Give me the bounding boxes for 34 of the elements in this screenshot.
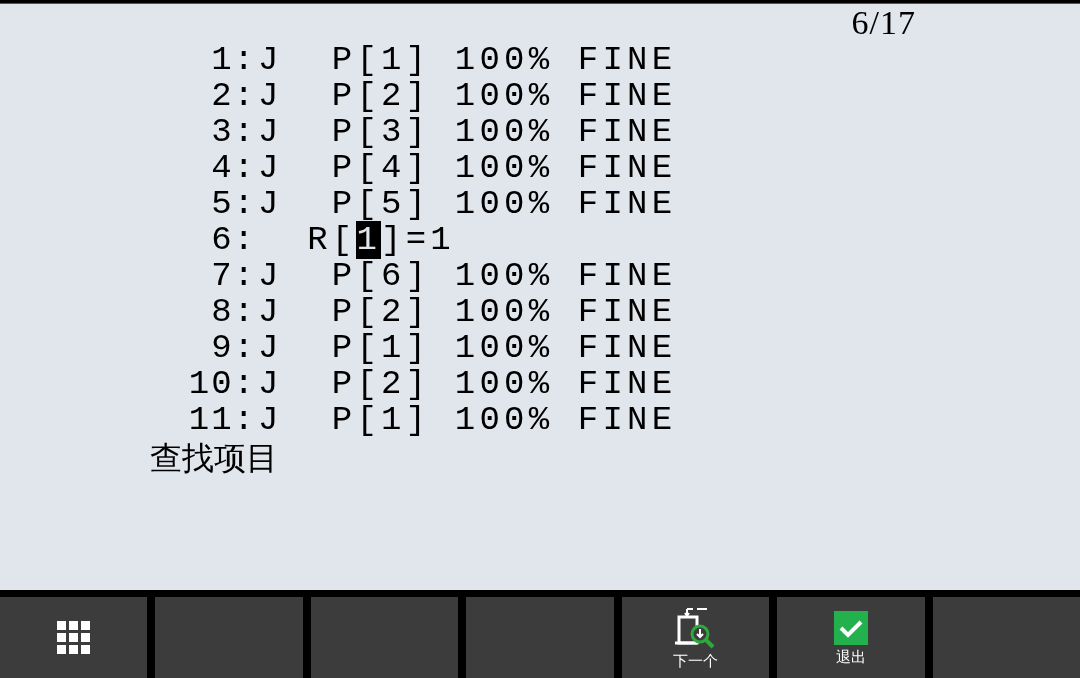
line-number: 2: — [210, 78, 256, 114]
program-line: J P[2] 100% FINE — [257, 78, 677, 114]
line-number: 6: — [210, 222, 256, 258]
program-line: J P[1] 100% FINE — [257, 42, 677, 78]
line-number: 7: — [210, 258, 256, 294]
program-line: J P[2] 100% FINE — [257, 294, 677, 330]
prompt-text: 查找项目 — [149, 438, 278, 478]
cursor-highlight[interactable]: 1 — [356, 221, 382, 259]
function-key[interactable] — [155, 597, 303, 678]
program-line: R[1]=1 — [306, 222, 455, 258]
line-number: 9: — [210, 330, 256, 366]
line-number: 8: — [210, 294, 256, 330]
program-line: J P[1] 100% FINE — [257, 402, 677, 438]
program-line: J P[4] 100% FINE — [257, 150, 677, 186]
exit-button[interactable]: 退出 — [777, 597, 925, 678]
function-key[interactable] — [932, 597, 1080, 678]
function-key[interactable] — [310, 597, 459, 678]
line-number: 5: — [210, 186, 256, 222]
program-line: J P[6] 100% FINE — [257, 258, 677, 294]
menu-button[interactable] — [0, 597, 148, 678]
grid-menu-icon — [56, 620, 91, 655]
line-number: 4: — [210, 150, 256, 186]
function-key[interactable] — [466, 597, 614, 678]
program-line: J P[3] 100% FINE — [257, 114, 677, 150]
line-number: 11: — [187, 402, 256, 438]
next-button[interactable]: 下一个 — [621, 597, 770, 678]
line-number: 1: — [210, 42, 256, 78]
program-line: J P[5] 100% FINE — [257, 186, 677, 222]
line-counter: 6/17 — [851, 4, 916, 42]
checkmark-icon — [833, 610, 868, 645]
program-line: J P[1] 100% FINE — [257, 330, 677, 366]
program-line: J P[2] 100% FINE — [257, 366, 677, 402]
line-number: 10: — [187, 366, 256, 402]
line-number: 3: — [210, 114, 256, 150]
